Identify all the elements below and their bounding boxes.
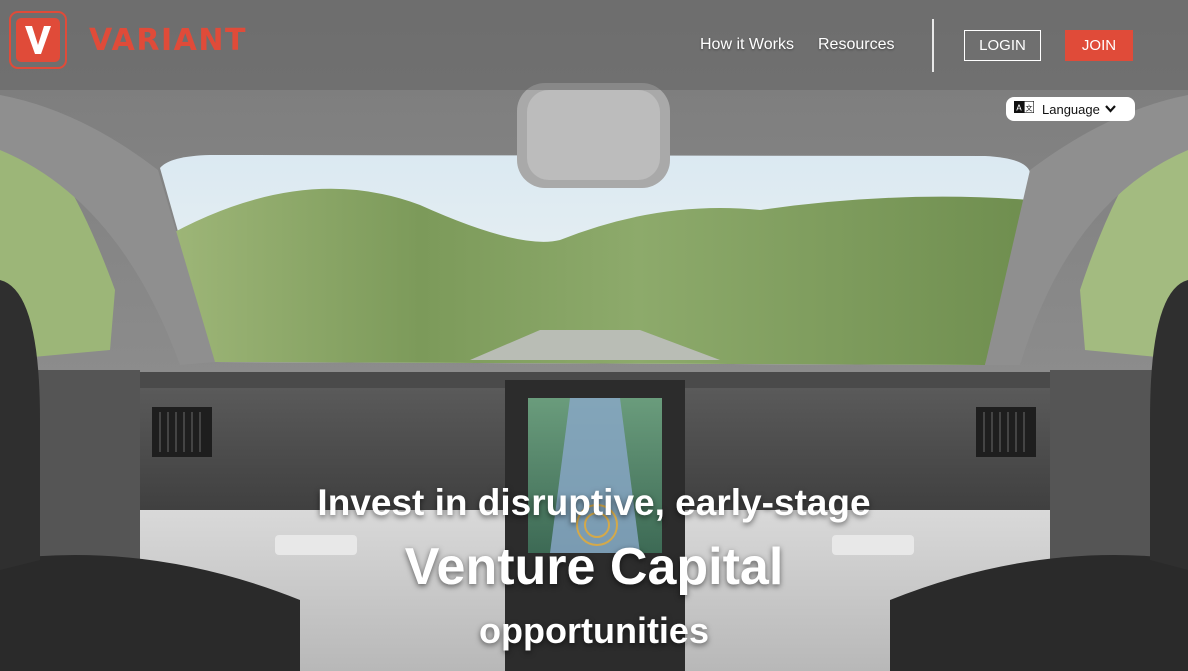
nav-divider xyxy=(932,19,934,72)
logo-icon xyxy=(9,11,67,69)
svg-text:A: A xyxy=(1016,104,1022,113)
login-button[interactable]: LOGIN xyxy=(964,30,1041,61)
language-selector[interactable]: A 文 Language xyxy=(1006,97,1135,121)
brand-name: VARIANT xyxy=(89,22,247,58)
nav-resources[interactable]: Resources xyxy=(818,36,894,54)
svg-text:文: 文 xyxy=(1026,104,1033,113)
hero-line-3: opportunities xyxy=(479,610,709,651)
translate-icon: A 文 xyxy=(1014,100,1035,118)
brand-logo[interactable]: VARIANT xyxy=(9,11,247,69)
language-label: Language xyxy=(1042,101,1100,117)
hero-line-2: Venture Capital xyxy=(404,538,784,596)
nav-how-it-works[interactable]: How it Works xyxy=(700,36,794,54)
hero-line-1: Invest in disruptive, early-stage xyxy=(317,482,871,523)
join-button[interactable]: JOIN xyxy=(1065,30,1133,61)
chevron-down-icon xyxy=(1105,105,1116,113)
